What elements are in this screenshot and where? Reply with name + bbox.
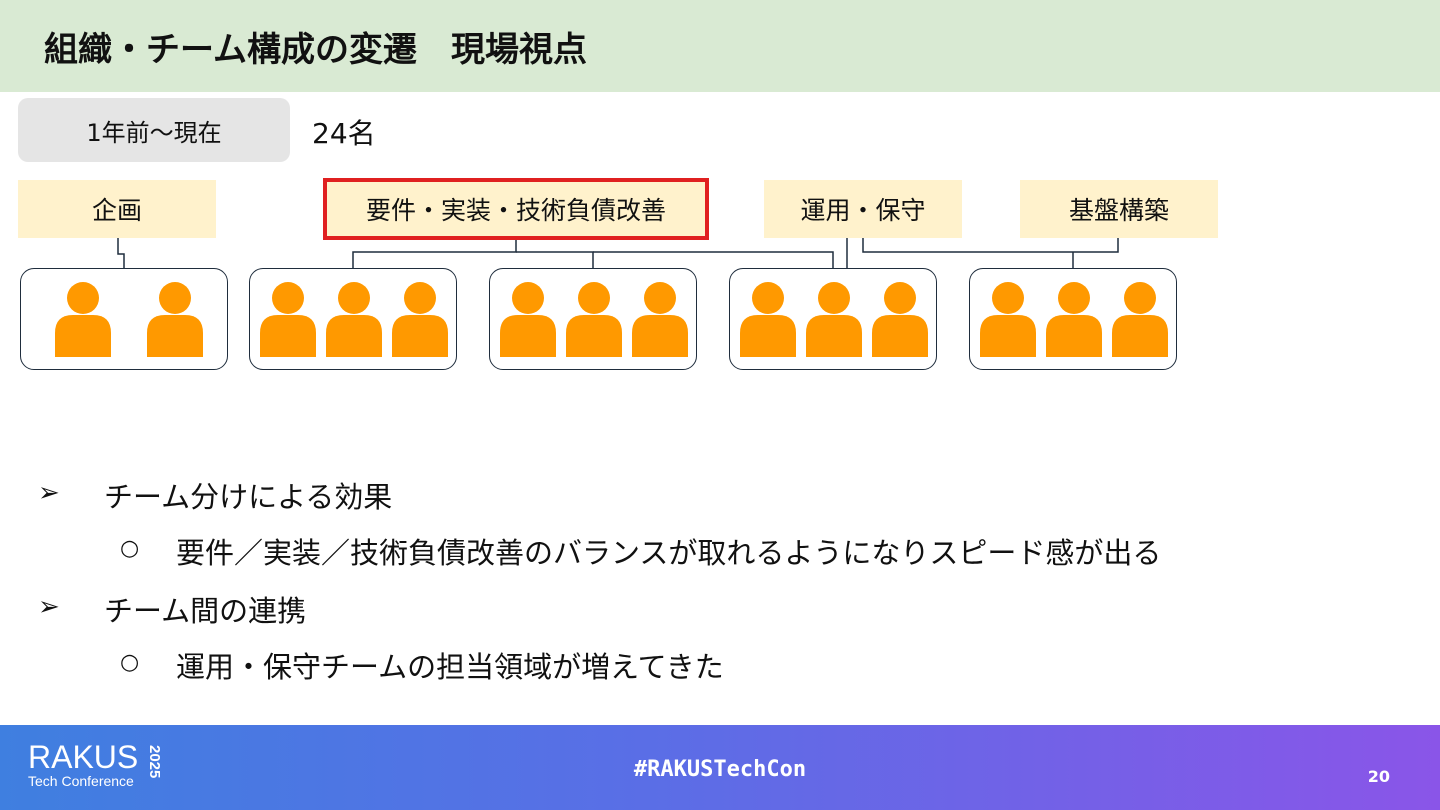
sub-bullet-circle-icon: ○	[120, 650, 140, 675]
connector-infrastructure	[862, 238, 1119, 253]
member-group-development-2	[489, 268, 697, 370]
page-number: 20	[1367, 767, 1390, 786]
connector-development	[593, 251, 834, 268]
person-icon	[980, 282, 1036, 357]
person-icon	[566, 282, 622, 357]
event-hashtag: #RAKUSTechCon	[633, 757, 807, 782]
bullet-arrow-icon: ➢	[38, 478, 60, 508]
connector-development	[516, 251, 594, 268]
connector-development	[352, 240, 517, 268]
member-group-infrastructure	[969, 268, 1177, 370]
member-group-operations	[729, 268, 937, 370]
member-group-development-1	[249, 268, 457, 370]
person-icon	[147, 282, 203, 357]
person-icon	[326, 282, 382, 357]
person-icon	[392, 282, 448, 357]
person-icon	[872, 282, 928, 357]
bullet-item: チーム分けによる効果	[104, 480, 393, 514]
bullet-item: チーム間の連携	[104, 594, 307, 628]
slide-footer: RAKUS Tech Conference 2025 #RAKUSTechCon…	[0, 725, 1440, 810]
sub-bullet-item: 要件／実装／技術負債改善のバランスが取れるようになりスピード感が出る	[176, 536, 1162, 570]
person-icon	[1046, 282, 1102, 357]
org-connectors	[117, 238, 1119, 268]
sub-bullet-circle-icon: ○	[120, 536, 140, 561]
sub-bullet-item: 運用・保守チームの担当領域が増えてきた	[176, 650, 724, 684]
person-icon	[500, 282, 556, 357]
person-icon	[632, 282, 688, 357]
bullet-arrow-icon: ➢	[38, 592, 60, 622]
person-icon	[806, 282, 862, 357]
person-icon	[740, 282, 796, 357]
member-group-planning	[20, 268, 228, 370]
person-icon	[260, 282, 316, 357]
connector-planning	[117, 238, 125, 268]
person-icon	[55, 282, 111, 357]
person-icon	[1112, 282, 1168, 357]
